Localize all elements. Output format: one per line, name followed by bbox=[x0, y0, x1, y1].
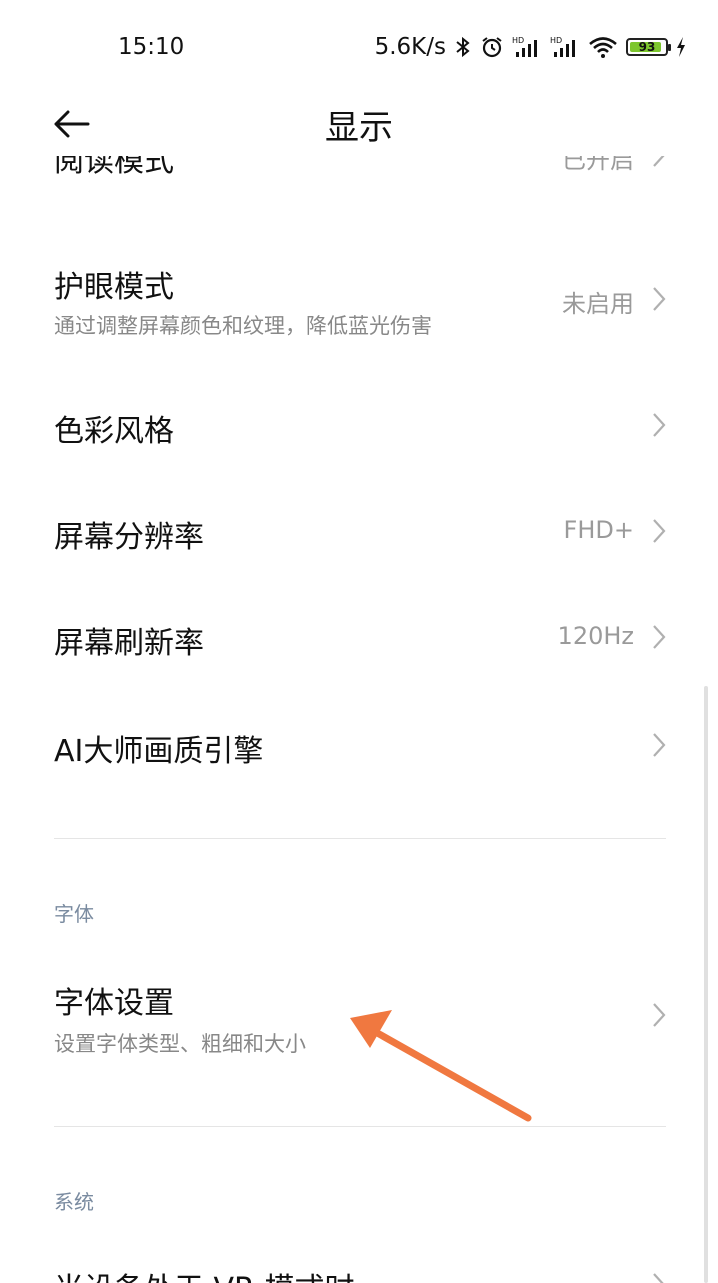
row-value: 120Hz bbox=[557, 622, 634, 650]
signal-hd-icon: HD bbox=[550, 36, 575, 57]
chevron-right-icon bbox=[653, 156, 665, 167]
chevron-right-icon bbox=[653, 287, 666, 311]
chevron-right-icon bbox=[653, 1003, 666, 1027]
chevron-right-icon bbox=[653, 519, 666, 543]
chevron-right-icon bbox=[653, 733, 666, 757]
row-title: 护眼模式 bbox=[54, 270, 174, 305]
color-style-row[interactable]: 色彩风格 bbox=[0, 374, 718, 474]
row-subtitle: 通过调整屏幕颜色和纹理，降低蓝光伤害 bbox=[54, 314, 432, 338]
refresh-rate-row[interactable]: 屏幕刷新率 120Hz bbox=[0, 586, 718, 686]
row-title: AI大师画质引擎 bbox=[54, 734, 264, 769]
divider bbox=[54, 1126, 666, 1127]
battery-level: 93 bbox=[638, 40, 656, 54]
row-title: 屏幕刷新率 bbox=[54, 626, 204, 661]
row-title: 阅读模式 bbox=[54, 156, 174, 179]
alarm-icon bbox=[482, 37, 502, 58]
row-title: 当设备处于 VR 模式时 bbox=[54, 1264, 354, 1283]
row-title: 字体设置 bbox=[54, 986, 174, 1021]
section-label-system: 系统 bbox=[54, 1190, 94, 1214]
status-icons: 5.6K/s HD HD 93 bbox=[375, 34, 686, 60]
battery-icon: 93 bbox=[626, 38, 671, 56]
signal-hd-icon: HD bbox=[512, 36, 537, 57]
font-settings-row[interactable]: 字体设置 设置字体类型、粗细和大小 bbox=[0, 960, 718, 1078]
eye-care-row[interactable]: 护眼模式 通过调整屏幕颜色和纹理，降低蓝光伤害 未启用 bbox=[0, 240, 718, 360]
vr-mode-row[interactable]: 当设备处于 VR 模式时 bbox=[0, 1246, 718, 1283]
row-value: 已开启 bbox=[562, 156, 634, 174]
chevron-right-icon bbox=[653, 625, 666, 649]
section-label-font: 字体 bbox=[54, 902, 94, 926]
chevron-right-icon bbox=[653, 1273, 664, 1283]
page-title: 显示 bbox=[325, 108, 393, 148]
scrollbar[interactable] bbox=[704, 686, 708, 1283]
row-value: 未启用 bbox=[562, 290, 634, 318]
resolution-row[interactable]: 屏幕分辨率 FHD+ bbox=[0, 480, 718, 580]
row-subtitle: 设置字体类型、粗细和大小 bbox=[54, 1032, 306, 1056]
settings-list[interactable]: 阅读模式 已开启 护眼模式 通过调整屏幕颜色和纹理，降低蓝光伤害 未启用 色彩风… bbox=[0, 156, 718, 1283]
wifi-icon bbox=[589, 37, 617, 58]
charging-icon bbox=[677, 37, 685, 57]
app-header: 显示 bbox=[0, 92, 718, 156]
chevron-right-icon bbox=[653, 413, 666, 437]
status-time: 15:10 bbox=[118, 34, 185, 60]
svg-text:HD: HD bbox=[550, 36, 562, 45]
status-bar: 15:10 5.6K/s HD HD 93 bbox=[0, 0, 718, 92]
row-value: FHD+ bbox=[563, 516, 634, 544]
divider bbox=[54, 838, 666, 839]
row-title: 色彩风格 bbox=[54, 414, 174, 449]
bluetooth-icon bbox=[456, 36, 470, 58]
reading-mode-row[interactable]: 阅读模式 已开启 bbox=[0, 156, 718, 184]
svg-text:HD: HD bbox=[512, 36, 524, 45]
row-title: 屏幕分辨率 bbox=[54, 520, 204, 555]
ai-engine-row[interactable]: AI大师画质引擎 bbox=[0, 694, 718, 794]
net-speed: 5.6K/s bbox=[374, 34, 446, 60]
